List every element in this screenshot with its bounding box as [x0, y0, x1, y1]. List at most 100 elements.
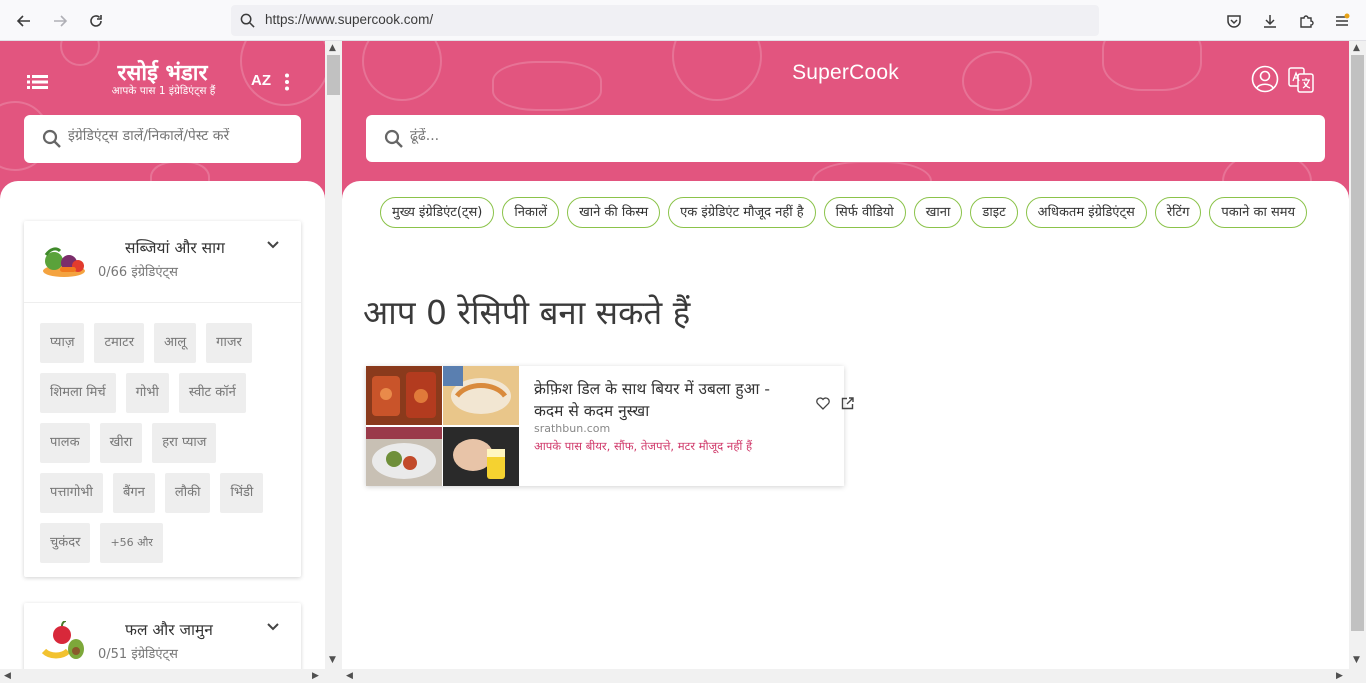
- recipe-title[interactable]: क्रेफ़िश डिल के साथ बियर में उबला हुआ - …: [534, 378, 804, 422]
- extensions-button[interactable]: [1293, 8, 1319, 34]
- browser-toolbar: https://www.supercook.com/: [0, 0, 1366, 41]
- category-count: 0/51 इंग्रेडिएंट्स: [98, 647, 178, 662]
- scroll-right-arrow[interactable]: ▶: [1336, 671, 1343, 681]
- ingredient-chip[interactable]: पालक: [40, 423, 90, 463]
- app-menu-button[interactable]: [1329, 8, 1355, 34]
- page-scrollbar[interactable]: ▲ ▼: [1349, 41, 1366, 669]
- menu-icon: [1336, 13, 1350, 26]
- recipe-source: srathbun.com: [534, 422, 611, 435]
- search-icon: [42, 129, 61, 148]
- scroll-up-arrow[interactable]: ▲: [329, 43, 336, 53]
- filter-diet[interactable]: डाइट: [970, 197, 1018, 228]
- ingredient-chip[interactable]: टमाटर: [94, 323, 145, 363]
- scroll-right-arrow[interactable]: ▶: [312, 671, 319, 681]
- category-title: सब्जियां और साग: [125, 239, 225, 257]
- filter-missing-one[interactable]: एक इंग्रेडिएंट मौजूद नहीं है: [668, 197, 816, 228]
- horizontal-scrollbar[interactable]: ◀ ▶ ◀ ▶: [0, 669, 1366, 683]
- more-vertical-icon[interactable]: [284, 73, 290, 91]
- address-bar[interactable]: https://www.supercook.com/: [231, 5, 1099, 36]
- pantry-panel: रसोई भंडार आपके पास 1 इंग्रेडिएंट्स हैं …: [0, 41, 325, 669]
- url-text: https://www.supercook.com/: [265, 12, 434, 27]
- search-icon: [240, 13, 255, 28]
- forward-button[interactable]: [47, 8, 73, 34]
- reload-icon: [90, 15, 102, 27]
- ingredient-chip[interactable]: चुकंदर: [40, 523, 91, 563]
- scroll-left-arrow[interactable]: ◀: [4, 671, 11, 681]
- ingredient-chip[interactable]: शिमला मिर्च: [40, 373, 116, 413]
- search-icon: [384, 129, 403, 148]
- arrow-right-icon: [54, 15, 68, 27]
- scroll-down-arrow[interactable]: ▼: [329, 655, 336, 665]
- chevron-down-icon[interactable]: [266, 240, 280, 250]
- recipe-search[interactable]: [366, 115, 1325, 162]
- translate-icon[interactable]: [1288, 67, 1314, 93]
- filter-main-ingredient[interactable]: मुख्य इंग्रेडिएंट(ट्स): [380, 197, 495, 228]
- list-menu-icon[interactable]: [27, 74, 49, 90]
- show-more-chip[interactable]: +56 और: [100, 523, 163, 563]
- pantry-scrollbar[interactable]: ▲ ▼: [325, 41, 342, 669]
- pocket-icon: [1227, 15, 1241, 28]
- sort-az-button[interactable]: AZ: [251, 72, 271, 89]
- brand-logo[interactable]: SuperCook: [342, 61, 1349, 85]
- ingredient-chips: प्याज़ टमाटर आलू गाजर शिमला मिर्च गोभी स…: [24, 303, 301, 577]
- pocket-button[interactable]: [1221, 8, 1247, 34]
- ingredient-search[interactable]: [24, 115, 301, 163]
- ingredient-chip[interactable]: आलू: [154, 323, 197, 363]
- recipes-body: मुख्य इंग्रेडिएंट(ट्स) निकालें खाने की क…: [342, 181, 1349, 669]
- user-icon[interactable]: [1251, 65, 1279, 93]
- recipe-missing-ingredients: आपके पास बीयर, सौंफ, तेजपत्ते, मटर मौजूद…: [534, 439, 753, 453]
- ingredient-chip[interactable]: भिंडी: [220, 473, 264, 513]
- ingredient-chip[interactable]: हरा प्याज: [152, 423, 217, 463]
- filter-bar: मुख्य इंग्रेडिएंट(ट्स) निकालें खाने की क…: [356, 197, 1336, 234]
- ingredient-chip[interactable]: बैंगन: [112, 473, 155, 513]
- download-icon: [1264, 15, 1276, 28]
- results-heading: आप 0 रेसिपी बना सकते हैं: [363, 293, 691, 332]
- category-card-vegetables: सब्जियां और साग 0/66 इंग्रेडिएंट्स प्याज…: [24, 221, 301, 577]
- filter-rating[interactable]: रेटिंग: [1154, 197, 1202, 228]
- pantry-subtitle: आपके पास 1 इंग्रेडिएंट्स हैं: [111, 85, 216, 97]
- filter-max-ingredients[interactable]: अधिकतम इंग्रेडिएंट्स: [1025, 197, 1147, 228]
- filter-cook-time[interactable]: पकाने का समय: [1209, 197, 1308, 228]
- fruits-icon: [41, 621, 84, 659]
- category-card-fruits: फल और जामुन 0/51 इंग्रेडिएंट्स: [24, 603, 301, 669]
- ingredient-chip[interactable]: पत्तागोभी: [40, 473, 103, 513]
- recipe-image: [443, 366, 519, 425]
- scrollbar-thumb[interactable]: [327, 55, 340, 95]
- category-header[interactable]: सब्जियां और साग 0/66 इंग्रेडिएंट्स: [24, 221, 301, 303]
- filter-cuisine[interactable]: खाने की किस्म: [567, 197, 661, 228]
- recipe-image: [366, 427, 442, 486]
- scroll-down-arrow[interactable]: ▼: [1353, 655, 1360, 665]
- chevron-down-icon[interactable]: [266, 622, 280, 632]
- ingredient-chip[interactable]: गाजर: [206, 323, 252, 363]
- heart-icon[interactable]: [816, 397, 830, 410]
- ingredient-search-input[interactable]: [68, 128, 293, 144]
- external-link-icon[interactable]: [841, 397, 854, 410]
- vegetables-icon: [43, 247, 85, 277]
- downloads-button[interactable]: [1257, 8, 1283, 34]
- ingredient-chip[interactable]: गोभी: [125, 373, 169, 413]
- filter-meal[interactable]: खाना: [913, 197, 963, 228]
- scroll-up-arrow[interactable]: ▲: [1353, 43, 1360, 53]
- category-header[interactable]: फल और जामुन 0/51 इंग्रेडिएंट्स: [24, 603, 301, 669]
- pantry-categories: सब्जियां और साग 0/66 इंग्रेडिएंट्स प्याज…: [0, 181, 325, 669]
- doodle-decoration: [60, 41, 100, 66]
- recipe-image: [366, 366, 442, 425]
- reload-button[interactable]: [83, 8, 109, 34]
- filter-exclude[interactable]: निकालें: [502, 197, 560, 228]
- ingredient-chip[interactable]: लौकी: [164, 473, 211, 513]
- ingredient-chip[interactable]: खीरा: [99, 423, 143, 463]
- recipe-image: [443, 427, 519, 486]
- arrow-left-icon: [16, 15, 30, 27]
- ingredient-chip[interactable]: प्याज़: [40, 323, 85, 363]
- scroll-left-arrow[interactable]: ◀: [346, 671, 353, 681]
- back-button[interactable]: [11, 8, 37, 34]
- filter-video-only[interactable]: सिर्फ वीडियो: [823, 197, 906, 228]
- recipe-card[interactable]: क्रेफ़िश डिल के साथ बियर में उबला हुआ - …: [366, 366, 854, 486]
- recipes-panel: SuperCook मुख्य इंग्रेडिएंट(ट्स) निकालें…: [342, 41, 1349, 669]
- category-count: 0/66 इंग्रेडिएंट्स: [98, 265, 178, 280]
- category-title: फल और जामुन: [125, 621, 213, 639]
- scrollbar-thumb[interactable]: [1351, 55, 1364, 631]
- ingredient-chip[interactable]: स्वीट कॉर्न: [178, 373, 246, 413]
- recipe-search-input[interactable]: [410, 128, 1290, 144]
- pantry-title: रसोई भंडार: [117, 60, 208, 86]
